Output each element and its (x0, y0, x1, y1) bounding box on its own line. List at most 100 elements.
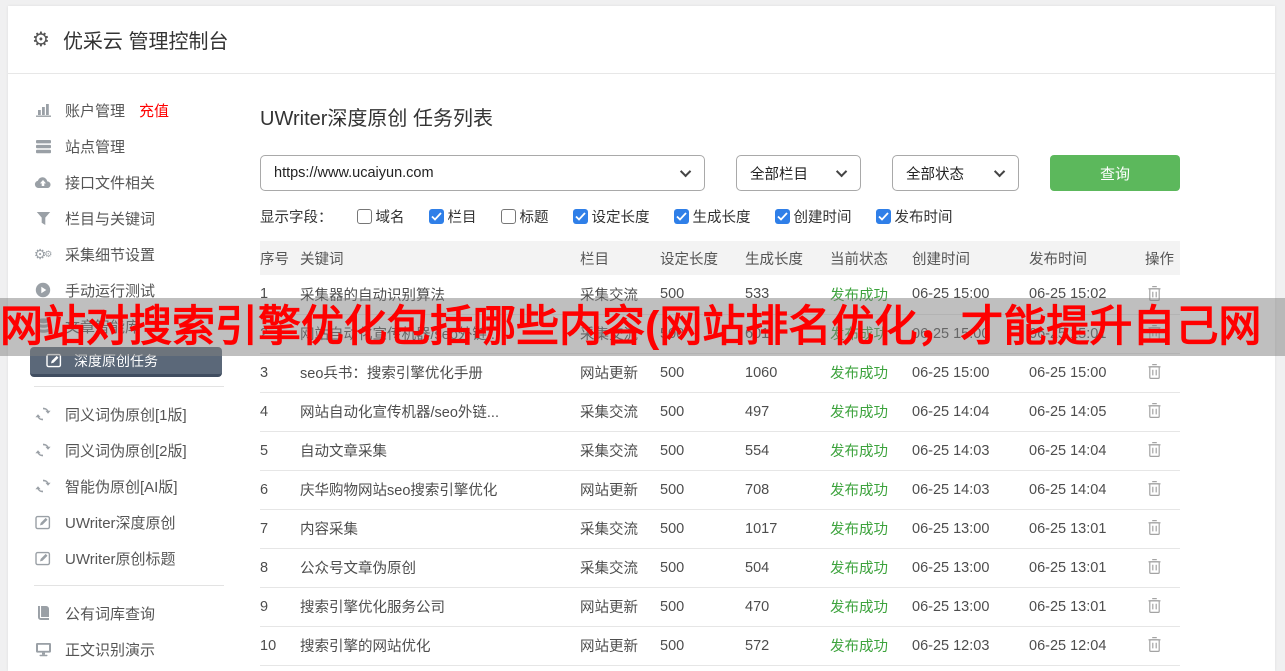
column-header: 生成长度 (745, 241, 830, 275)
sidebar-item-12[interactable]: UWriter深度原创 (8, 504, 248, 540)
sidebar-item-9[interactable]: 同义词伪原创[1版] (8, 396, 248, 432)
field-checkbox[interactable]: 栏目 (428, 206, 477, 227)
cell-keyword: 内容采集 (300, 509, 580, 549)
delete-button[interactable] (1145, 361, 1164, 382)
column-header: 创建时间 (912, 241, 1029, 275)
cell-published: 06-25 14:05 (1029, 392, 1145, 432)
sidebar-item-0[interactable]: 账户管理 充值 (8, 92, 248, 128)
field-checkbox[interactable]: 发布时间 (875, 206, 953, 227)
delete-button[interactable] (1145, 400, 1164, 421)
trash-icon (1147, 636, 1162, 653)
server-icon (34, 139, 52, 154)
cell-actions (1145, 470, 1180, 510)
delete-button[interactable] (1145, 439, 1164, 460)
cell-column: 网站更新 (580, 626, 660, 666)
cell-column: 网站更新 (580, 587, 660, 627)
cell-column: 采集交流 (580, 548, 660, 588)
edit-icon (34, 551, 52, 566)
cell-column: 网站更新 (580, 470, 660, 510)
column-header: 操作 (1145, 241, 1180, 275)
cell-gen_len: 572 (745, 626, 830, 666)
gears-icon: ⚙ ⚙ (33, 246, 53, 262)
cell-actions (1145, 509, 1180, 549)
cell-actions (1145, 353, 1180, 393)
checkbox-box[interactable] (875, 209, 891, 224)
delete-button[interactable] (1145, 478, 1164, 499)
cell-created: 06-25 13:00 (912, 548, 1029, 588)
cell-created: 06-25 14:03 (912, 431, 1029, 471)
cell-set_len: 500 (660, 509, 745, 549)
cell-published: 06-25 14:04 (1029, 431, 1145, 471)
bar-chart-icon (34, 102, 52, 118)
sidebar-item-1[interactable]: 站点管理 (8, 128, 248, 164)
sidebar-item-13[interactable]: UWriter原创标题 (8, 540, 248, 576)
delete-button[interactable] (1145, 517, 1164, 538)
trash-icon (1147, 480, 1162, 497)
cell-column: 网站更新 (580, 353, 660, 393)
cell-created: 06-25 13:00 (912, 587, 1029, 627)
trash-icon (1147, 363, 1162, 380)
checkbox-box[interactable] (673, 209, 689, 224)
checkbox-box[interactable] (572, 209, 588, 224)
column-header: 发布时间 (1029, 241, 1145, 275)
field-checkbox[interactable]: 创建时间 (774, 206, 852, 227)
column-header: 栏目 (580, 241, 660, 275)
cell-keyword: 公众号文章伪原创 (300, 548, 580, 588)
delete-button[interactable] (1145, 556, 1164, 577)
delete-button[interactable] (1145, 634, 1164, 655)
status-select[interactable]: 全部状态 (892, 155, 1019, 191)
cell-keyword: 自动文章采集 (300, 431, 580, 471)
site-select[interactable]: https://www.ucaiyun.com (260, 155, 705, 191)
cloud-upload-icon (34, 175, 52, 189)
funnel-icon (34, 211, 52, 226)
checkbox-box[interactable] (428, 209, 444, 224)
trash-icon (1147, 558, 1162, 575)
field-checkbox[interactable]: 域名 (356, 206, 405, 227)
table-row: 8 公众号文章伪原创 采集交流 500 504 发布成功 06-25 13:00 06-25 … (260, 548, 1180, 588)
cell-published: 06-25 12:04 (1029, 626, 1145, 666)
table-header-row: 序号 关键词 栏目 设定长度 生成长度 当前状态 创建时间 发布时间 操作 (260, 241, 1180, 275)
checkbox-box[interactable] (500, 209, 516, 224)
cell-created: 06-25 14:03 (912, 470, 1029, 510)
display-fields-row: 显示字段： 域名 栏目 标题 设定长度 生成长度 创建时间 发布时间 (260, 206, 1275, 227)
checkbox-box[interactable] (774, 209, 790, 224)
sidebar-item-3[interactable]: 栏目与关键词 (8, 200, 248, 236)
cell-created: 06-25 12:03 (912, 626, 1029, 666)
table-row: 7 内容采集 采集交流 500 1017 发布成功 06-25 13:00 06-25 13:… (260, 509, 1180, 549)
checkbox-box[interactable] (356, 209, 372, 224)
cell-keyword: 庆华购物网站seo搜索引擎优化 (300, 470, 580, 510)
chevron-down-icon (993, 165, 1006, 178)
field-checkbox[interactable]: 设定长度 (572, 206, 650, 227)
field-checkbox[interactable]: 生成长度 (673, 206, 751, 227)
sidebar-item-2[interactable]: 接口文件相关 (8, 164, 248, 200)
column-header: 序号 (260, 241, 300, 275)
cell-no: 3 (260, 353, 300, 393)
field-checkbox[interactable]: 标题 (500, 206, 549, 227)
cell-gen_len: 554 (745, 431, 830, 471)
cell-published: 06-25 13:01 (1029, 587, 1145, 627)
cell-created: 06-25 15:00 (912, 353, 1029, 393)
delete-button[interactable] (1145, 595, 1164, 616)
refresh-icon (34, 442, 52, 458)
cell-created: 06-25 14:04 (912, 392, 1029, 432)
sidebar-divider (34, 585, 224, 586)
sidebar-item-4[interactable]: ⚙ ⚙ 采集细节设置 (8, 236, 248, 272)
query-button[interactable]: 查询 (1050, 155, 1180, 191)
cell-set_len: 500 (660, 353, 745, 393)
cell-set_len: 500 (660, 392, 745, 432)
recharge-link[interactable]: 充值 (139, 100, 169, 121)
cell-gen_len: 708 (745, 470, 830, 510)
cell-set_len: 500 (660, 548, 745, 588)
watermark-banner: 网站对搜索引擎优化包括哪些内容(网站排名优化，才能提升自己网 (0, 298, 1285, 356)
sidebar-item-16[interactable]: 正文识别演示 (8, 631, 248, 667)
sidebar-item-15[interactable]: 公有词库查询 (8, 595, 248, 631)
sidebar-item-11[interactable]: 智能伪原创[AI版] (8, 468, 248, 504)
cell-actions (1145, 431, 1180, 471)
cell-no: 8 (260, 548, 300, 588)
sidebar-item-10[interactable]: 同义词伪原创[2版] (8, 432, 248, 468)
cell-no: 7 (260, 509, 300, 549)
cell-set_len: 500 (660, 587, 745, 627)
cell-gen_len: 1060 (745, 353, 830, 393)
cell-no: 4 (260, 392, 300, 432)
column-select[interactable]: 全部栏目 (736, 155, 861, 191)
